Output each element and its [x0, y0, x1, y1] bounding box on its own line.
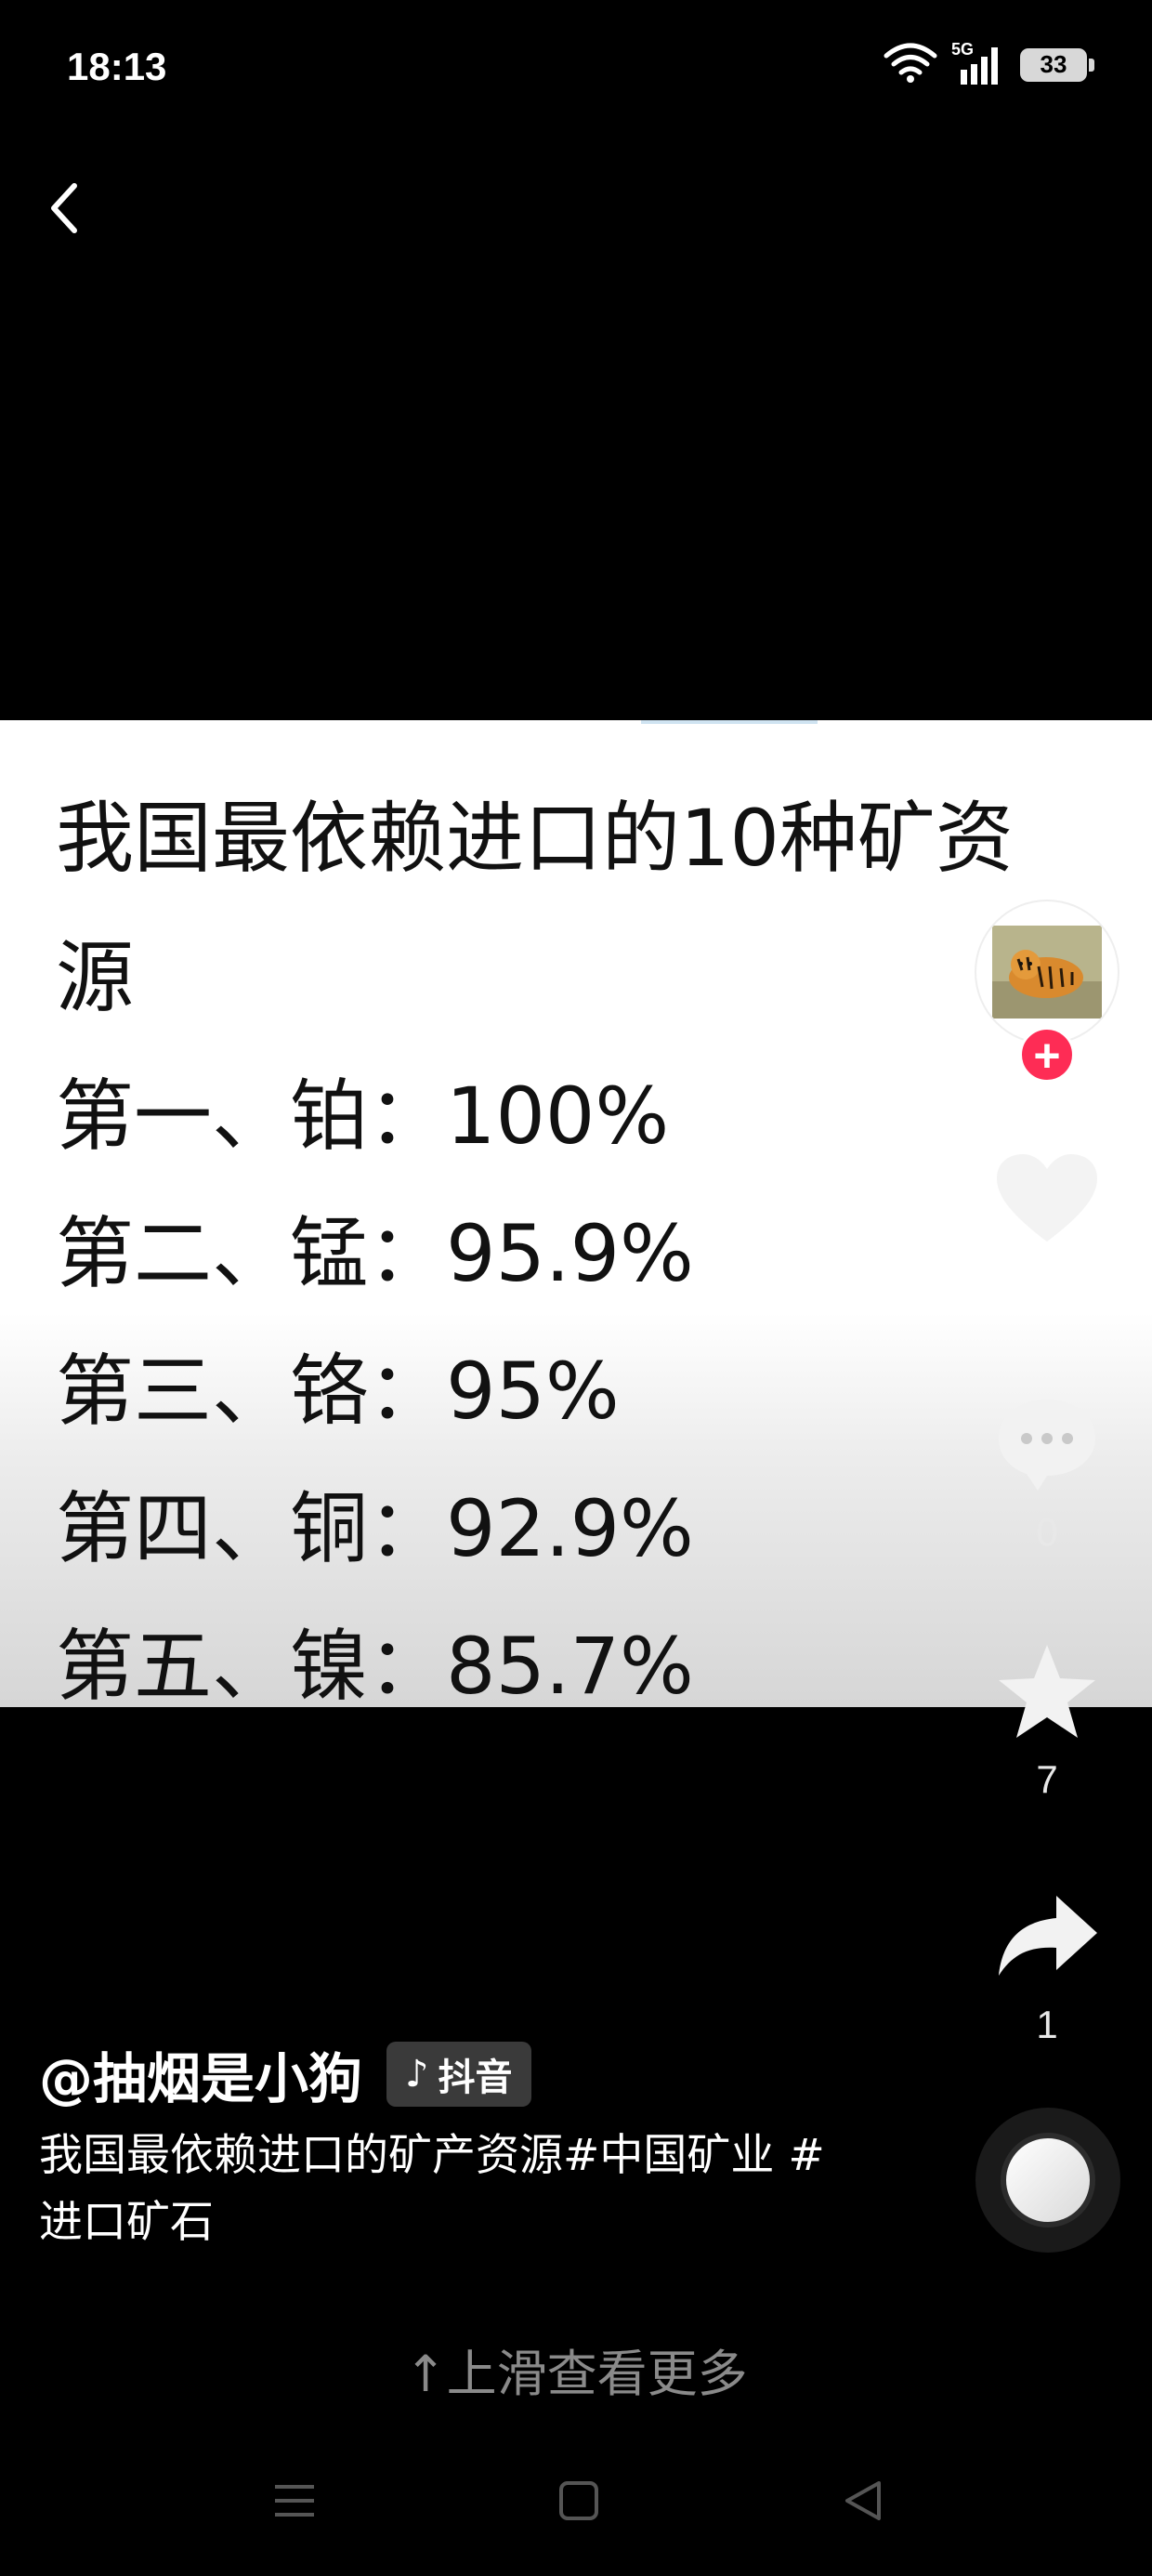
- video-player[interactable]: 我国最依赖进口的10种矿资源 第一、铂：100% 第二、锰：95.9% 第三、铬…: [0, 720, 1152, 1707]
- share-button[interactable]: 1: [985, 1886, 1109, 2047]
- home-button[interactable]: [556, 2477, 602, 2529]
- video-line: 第二、锰：95.9%: [56, 1208, 694, 1299]
- music-disc-icon: [1001, 2133, 1095, 2228]
- status-icons: 5G 33: [883, 40, 1094, 88]
- author-name[interactable]: @抽烟是小狗: [39, 2035, 362, 2113]
- home-square-icon: [559, 2481, 598, 2520]
- system-nav-bar: [0, 2453, 1152, 2556]
- status-bar: 18:13 5G 33: [0, 0, 1152, 135]
- battery-level: 33: [1040, 50, 1067, 78]
- video-line: 第四、铜：92.9%: [56, 1483, 694, 1574]
- star-icon: [999, 1645, 1095, 1738]
- menu-icon: [275, 2485, 314, 2517]
- avatar[interactable]: [976, 901, 1118, 1043]
- video-title: 我国最依赖进口的10种矿资源: [56, 793, 1014, 1023]
- heart-icon: [997, 1154, 1097, 1242]
- swipe-hint-label: 上滑查看更多: [446, 2345, 748, 2403]
- chevron-left-icon: [51, 183, 77, 233]
- comment-icon: [999, 1400, 1095, 1491]
- follow-plus-button[interactable]: +: [1019, 1027, 1075, 1083]
- status-time: 18:13: [67, 45, 167, 88]
- comment-button[interactable]: 0: [985, 1394, 1109, 1555]
- swipe-up-hint[interactable]: ↑上滑查看更多: [0, 2333, 1152, 2406]
- back-nav-button[interactable]: [840, 2477, 886, 2529]
- share-icon: [999, 1896, 1097, 1976]
- like-count: 10: [1025, 1265, 1069, 1308]
- wifi-icon: [883, 41, 938, 88]
- cellular-signal-icon: 5G: [951, 40, 1007, 86]
- favorite-count: 7: [1036, 1757, 1058, 1801]
- douyin-badge: ♪ 抖音: [386, 2042, 531, 2107]
- share-count: 1: [1036, 2003, 1058, 2046]
- douyin-badge-label: 抖音: [438, 2057, 513, 2099]
- battery-icon: 33: [1020, 47, 1094, 82]
- video-line: 第三、铬：95%: [56, 1346, 620, 1437]
- arrow-up-icon: ↑: [404, 2345, 447, 2403]
- tiger-avatar-image: [992, 926, 1102, 1019]
- comment-count: 0: [1036, 1510, 1058, 1554]
- author-row: @抽烟是小狗 ♪ 抖音: [39, 2035, 531, 2113]
- video-caption[interactable]: 我国最依赖进口的矿产资源#中国矿业 #进口矿石: [39, 2123, 838, 2256]
- like-button[interactable]: 10: [985, 1149, 1109, 1309]
- video-top-accent: [641, 720, 818, 724]
- video-line: 第五、镍：85.7%: [56, 1621, 694, 1707]
- favorite-button[interactable]: 7: [985, 1641, 1109, 1802]
- back-button[interactable]: [33, 169, 100, 243]
- video-text-content: 我国最依赖进口的10种矿资源 第一、铂：100% 第二、锰：95.9% 第三、铬…: [56, 769, 1078, 1707]
- triangle-back-icon: [845, 2481, 881, 2520]
- video-line: 第一、铂：100%: [56, 1071, 670, 1162]
- music-disc-button[interactable]: [975, 2108, 1120, 2253]
- author-avatar-container: +: [976, 901, 1118, 1083]
- menu-button[interactable]: [271, 2477, 318, 2529]
- douyin-logo-icon: ♪: [405, 2053, 429, 2096]
